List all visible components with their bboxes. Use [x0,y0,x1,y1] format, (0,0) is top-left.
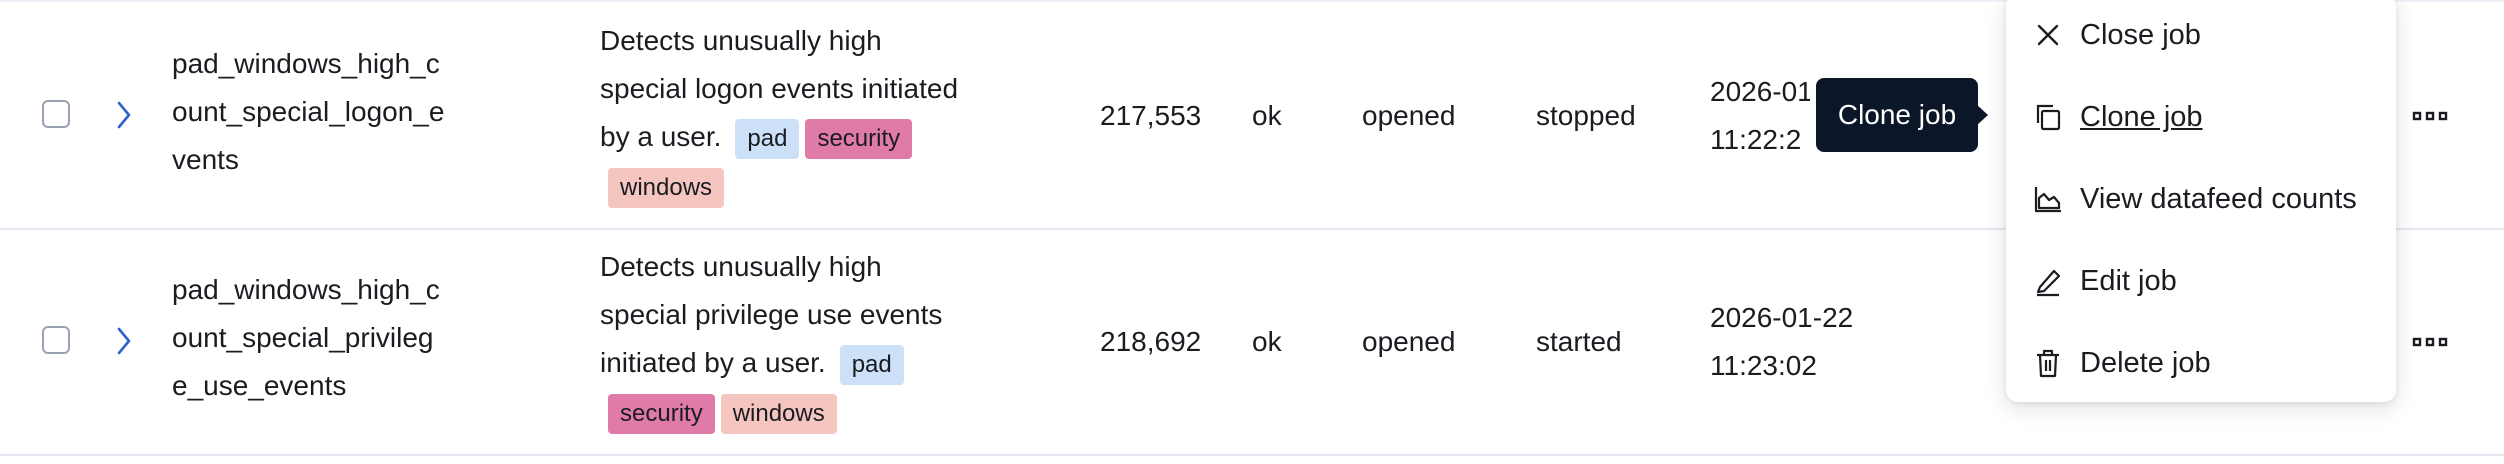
job-id-line: vents [172,144,239,175]
expand-row-chevron-right-icon[interactable] [110,99,138,131]
menu-item-view-datafeed-counts[interactable]: View datafeed counts [2006,158,2396,240]
menu-item-close-job[interactable]: Close job [2006,0,2396,76]
job-id: pad_windows_high_c ount_special_privileg… [172,266,482,410]
timestamp-time: 11:23:02 [1710,350,1817,381]
memory-status: ok [1252,326,1282,357]
row-select-checkbox[interactable] [42,326,70,354]
actions-more-icon[interactable] [2410,101,2450,131]
copy-icon [2032,101,2064,133]
close-icon [2032,19,2064,51]
latest-timestamp: 2026-01-22 11:22:2 [1710,68,1810,164]
badge-security: security [608,394,715,435]
pencil-icon [2032,265,2064,297]
processed-records: 217,553 [1100,100,1202,131]
menu-item-label: Delete job [2080,347,2211,379]
memory-status: ok [1252,100,1282,131]
menu-item-delete-job[interactable]: Delete job [2006,322,2396,404]
job-id-line: pad_windows_high_c [172,274,440,305]
job-id-line: pad_windows_high_c [172,48,440,79]
job-state: opened [1362,100,1456,131]
description-line: special logon events initiated [600,73,959,104]
menu-item-label: Clone job [2080,101,2203,133]
menu-item-clone-job[interactable]: Clone job [2006,76,2396,158]
job-state: opened [1362,326,1456,357]
row-select-checkbox[interactable] [42,100,70,128]
expand-row-chevron-right-icon[interactable] [110,325,138,357]
job-id-line: ount_special_logon_e [172,96,445,127]
job-description: Detects unusually high special privilege… [600,243,1060,438]
tooltip-arrow [1976,104,1988,126]
description-line: initiated by a user. [600,347,826,378]
description-line: Detects unusually high [600,25,882,56]
datafeed-state: started [1536,326,1622,357]
badge-windows: windows [608,168,725,209]
job-id: pad_windows_high_c ount_special_logon_e … [172,40,482,184]
menu-item-edit-job[interactable]: Edit job [2006,240,2396,322]
badge-pad: pad [839,344,904,385]
clone-job-tooltip: Clone job [1816,78,1978,152]
badge-pad: pad [735,118,800,159]
menu-item-label: Edit job [2080,265,2177,297]
timestamp-time: 11:22:2 [1710,124,1802,155]
menu-item-label: Close job [2080,19,2201,51]
description-line: by a user. [600,121,722,152]
datafeed-state: stopped [1536,100,1636,131]
area-chart-icon [2032,183,2064,215]
actions-more-icon[interactable] [2410,327,2450,357]
job-description: Detects unusually high special logon eve… [600,17,1060,212]
description-line: Detects unusually high [600,251,882,282]
processed-records: 218,692 [1100,326,1202,357]
badge-security: security [805,118,913,159]
job-id-line: e_use_events [172,370,347,401]
description-line: special privilege use events [600,299,943,330]
timestamp-date: 2026-01-22 [1710,302,1854,333]
timestamp-date: 2026-01-22 [1710,76,1810,107]
latest-timestamp: 2026-01-22 11:23:02 [1710,294,1930,390]
job-id-line: ount_special_privileg [172,322,434,353]
trash-icon [2032,347,2064,379]
actions-menu: Close job Clone job View datafeed counts… [2006,0,2396,402]
badge-windows: windows [720,394,837,435]
menu-item-label: View datafeed counts [2080,183,2357,215]
